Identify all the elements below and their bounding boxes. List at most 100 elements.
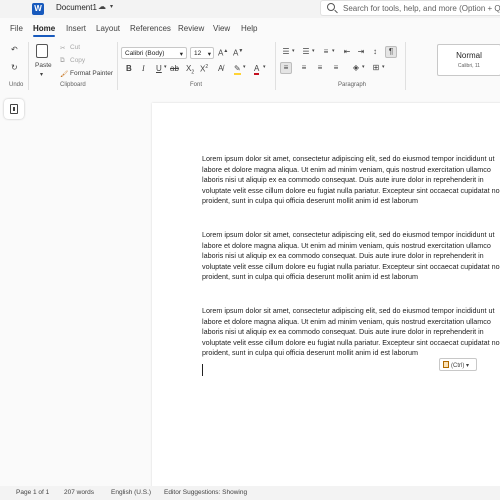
style-normal[interactable]: Normal Calibri, 11 xyxy=(437,44,500,76)
shading-chevron-icon[interactable]: ▾ xyxy=(362,64,365,70)
paragraph-3: Lorem ipsum dolor sit amet, consectetur … xyxy=(202,306,500,359)
style-name: Normal xyxy=(456,51,482,60)
underline-icon[interactable]: U xyxy=(156,64,162,73)
copy-button[interactable]: Copy xyxy=(70,57,85,64)
text-line: voluptate velit esse cillum dolore eu fu… xyxy=(202,261,500,271)
word-icon[interactable]: W xyxy=(32,3,44,15)
increase-indent-icon[interactable]: ⇥ xyxy=(355,46,367,58)
grow-font-icon[interactable]: A▲ xyxy=(218,48,228,58)
clipboard-icon xyxy=(443,361,449,368)
highlight-chevron-icon[interactable]: ▾ xyxy=(243,64,246,70)
subscript-icon[interactable]: X2 xyxy=(186,64,194,76)
numbering-chevron-icon[interactable]: ▾ xyxy=(312,48,315,54)
font-size-dropdown[interactable]: 12 ▾ xyxy=(190,47,214,59)
format-painter-button[interactable]: Format Painter xyxy=(70,70,113,77)
text-line: laboris nisi ut aliquip ex ea commodo co… xyxy=(202,175,484,185)
tab-file[interactable]: File xyxy=(10,24,23,33)
divider xyxy=(28,42,29,90)
highlight-color-icon[interactable]: ✎ xyxy=(234,64,241,75)
chevron-down-icon: ▾ xyxy=(207,51,211,58)
font-name-value: Calibri (Body) xyxy=(125,50,165,57)
cut-icon: ✂ xyxy=(60,45,66,52)
paragraph-group-label: Paragraph xyxy=(338,82,367,88)
navigation-pane-button[interactable] xyxy=(4,99,24,119)
multilevel-chevron-icon[interactable]: ▾ xyxy=(332,48,335,54)
font-name-dropdown[interactable]: Calibri (Body) ▾ xyxy=(121,47,187,59)
text-line: labore et dolore magna aliqua. Ut enim a… xyxy=(202,164,491,174)
redo-icon[interactable]: ↻ xyxy=(11,63,18,72)
paste-icon[interactable] xyxy=(36,44,48,58)
clear-formatting-icon[interactable]: A̸ xyxy=(218,64,223,73)
cloud-save-icon[interactable]: ☁ xyxy=(98,2,106,11)
title-bar: W Document1 ☁ ▾ Search for tools, help, … xyxy=(0,0,500,18)
line-spacing-icon[interactable]: ↕ xyxy=(369,46,381,58)
editor-suggestions-status[interactable]: Editor Suggestions: Showing xyxy=(164,489,247,496)
format-painter-icon: 🖌 xyxy=(60,71,69,78)
text-line: labore et dolore magna aliqua. Ut enim a… xyxy=(202,240,491,250)
word-count[interactable]: 207 words xyxy=(64,489,94,496)
page-count[interactable]: Page 1 of 1 xyxy=(16,489,49,496)
tab-help[interactable]: Help xyxy=(241,24,257,33)
shrink-font-icon[interactable]: A▼ xyxy=(233,48,243,58)
italic-icon[interactable]: I xyxy=(142,64,145,73)
language-status[interactable]: English (U.S.) xyxy=(111,489,151,496)
multilevel-list-icon[interactable]: ≡ xyxy=(320,46,332,58)
paste-options-label: (Ctrl) xyxy=(451,363,465,369)
search-box[interactable]: Search for tools, help, and more (Option… xyxy=(320,0,500,16)
divider xyxy=(275,42,276,90)
shading-icon[interactable]: ◈ xyxy=(350,62,362,74)
tab-insert[interactable]: Insert xyxy=(66,24,86,33)
bold-icon[interactable]: B xyxy=(126,64,132,73)
search-input[interactable]: Search for tools, help, and more (Option… xyxy=(343,4,500,13)
text-line: voluptate velit esse cillum dolore eu fu… xyxy=(202,337,500,347)
tab-view[interactable]: View xyxy=(213,24,230,33)
document-page[interactable]: Lorem ipsum dolor sit amet, consectetur … xyxy=(152,103,500,491)
divider xyxy=(117,42,118,90)
paragraph-1: Lorem ipsum dolor sit amet, consectetur … xyxy=(202,154,500,207)
borders-chevron-icon[interactable]: ▾ xyxy=(382,64,385,70)
strikethrough-icon[interactable]: ab xyxy=(170,64,179,73)
copy-icon: ⧉ xyxy=(60,57,65,64)
decrease-indent-icon[interactable]: ⇤ xyxy=(341,46,353,58)
bullets-chevron-icon[interactable]: ▾ xyxy=(292,48,295,54)
paste-chevron-icon[interactable]: ▾ xyxy=(40,71,43,78)
cut-button[interactable]: Cut xyxy=(70,44,80,51)
ribbon-tabs: File Home Insert Layout References Revie… xyxy=(0,20,500,38)
tab-references[interactable]: References xyxy=(130,24,171,33)
text-cursor xyxy=(202,364,203,376)
text-line: proident, sunt in culpa qui officia dese… xyxy=(202,196,419,206)
chevron-down-icon: ▾ xyxy=(466,363,470,369)
underline-chevron-icon[interactable]: ▾ xyxy=(164,64,167,70)
paste-options-button[interactable]: (Ctrl) ▾ xyxy=(439,358,477,371)
font-color-chevron-icon[interactable]: ▾ xyxy=(263,64,266,70)
tab-review[interactable]: Review xyxy=(178,24,204,33)
style-font-info: Calibri, 11 xyxy=(457,63,481,69)
text-line: voluptate velit esse cillum dolore eu fu… xyxy=(202,185,500,195)
undo-group-label: Undo xyxy=(9,82,24,88)
text-line: laboris nisi ut aliquip ex ea commodo co… xyxy=(202,251,484,261)
tab-home[interactable]: Home xyxy=(33,24,56,37)
navigation-icon xyxy=(10,104,18,114)
paste-button[interactable]: Paste xyxy=(35,62,52,69)
align-center-icon[interactable]: ≡ xyxy=(298,62,310,74)
text-line: Lorem ipsum dolor sit amet, consectetur … xyxy=(202,154,495,163)
undo-icon[interactable]: ↶ xyxy=(11,45,18,54)
status-bar: Page 1 of 1 207 words English (U.S.) Edi… xyxy=(0,486,500,500)
divider xyxy=(405,42,406,90)
chevron-down-icon: ▾ xyxy=(179,51,183,58)
paragraph-2: Lorem ipsum dolor sit amet, consectetur … xyxy=(202,230,500,283)
document-title[interactable]: Document1 xyxy=(56,3,97,12)
align-right-icon[interactable]: ≡ xyxy=(314,62,326,74)
tab-layout[interactable]: Layout xyxy=(96,24,120,33)
show-formatting-icon[interactable]: ¶ xyxy=(385,46,397,58)
font-color-icon[interactable]: A xyxy=(254,64,260,75)
bullets-icon[interactable]: ☰ xyxy=(280,46,292,58)
text-line: proident, sunt in culpa qui officia dese… xyxy=(202,272,419,282)
borders-icon[interactable]: ⊞ xyxy=(370,62,382,74)
align-left-icon[interactable]: ≡ xyxy=(280,62,292,74)
superscript-icon[interactable]: X2 xyxy=(200,64,208,74)
chevron-down-icon[interactable]: ▾ xyxy=(110,3,113,10)
justify-icon[interactable]: ≡ xyxy=(330,62,342,74)
ribbon: ↶ ↻ Undo Paste ▾ ✂ Cut ⧉ Copy 🖌 Format P… xyxy=(0,38,500,94)
numbering-icon[interactable]: ☰ xyxy=(300,46,312,58)
